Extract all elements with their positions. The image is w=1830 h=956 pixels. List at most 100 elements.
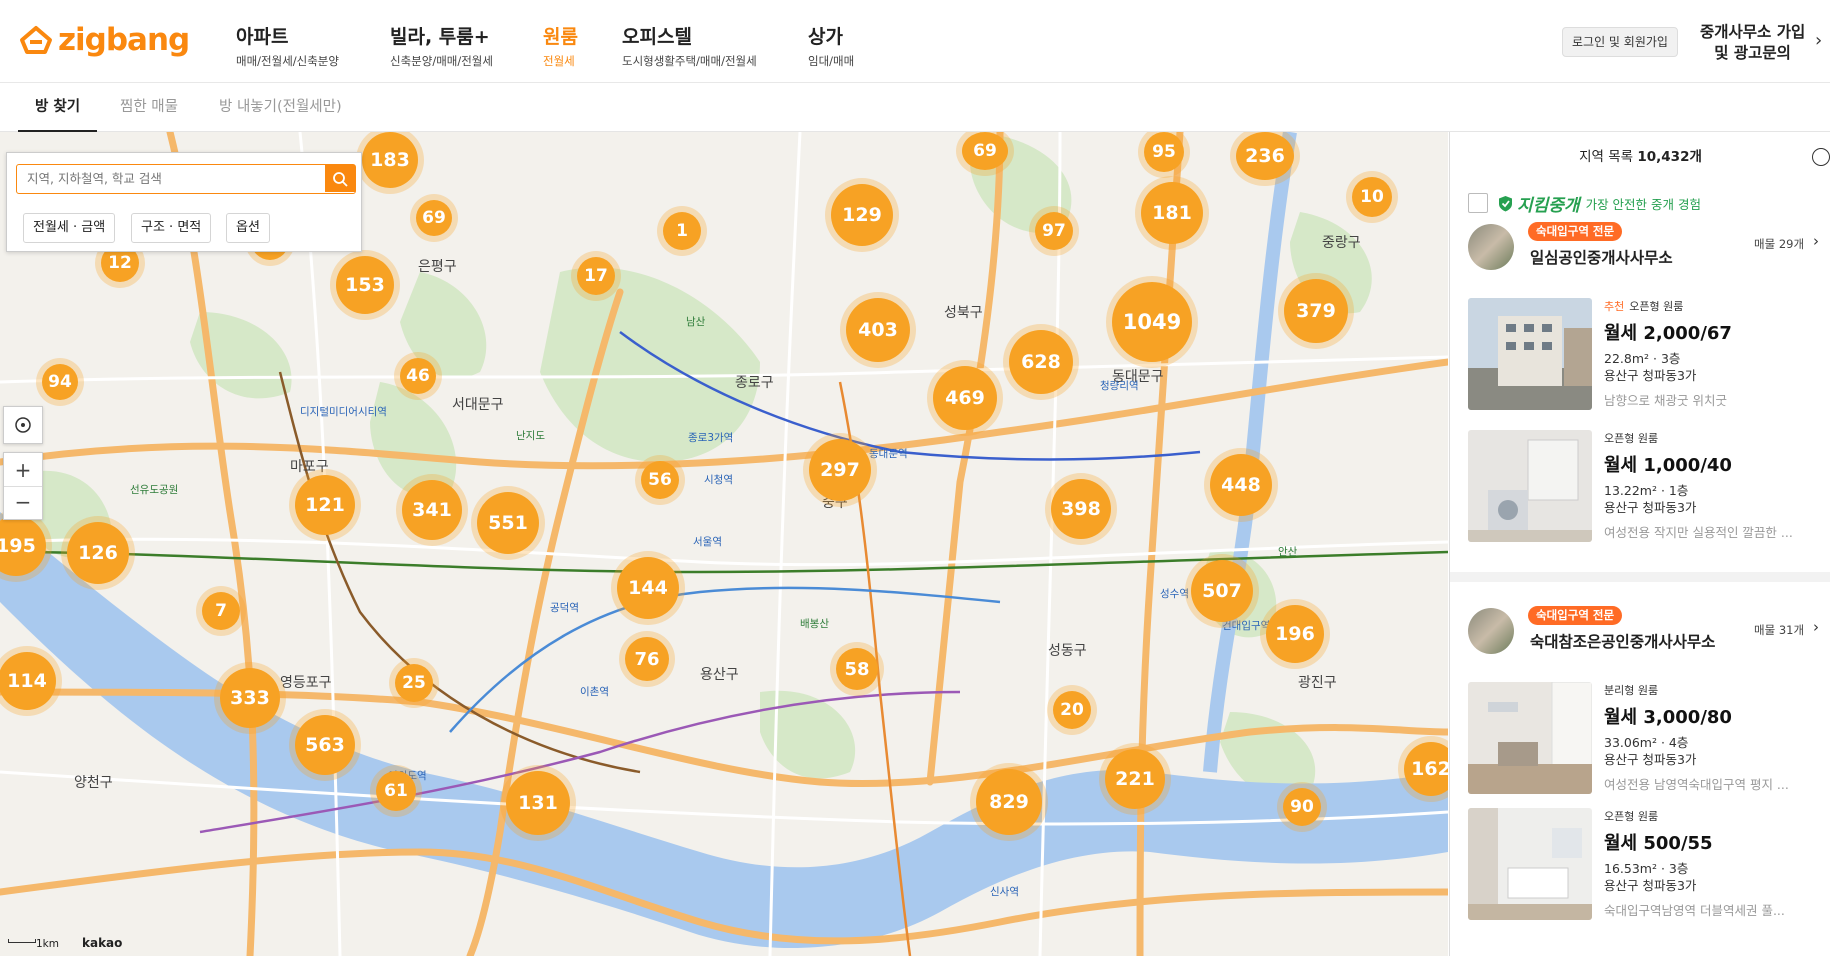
park-label: 선유도공원	[130, 484, 179, 496]
cluster-marker[interactable]: 56	[641, 461, 679, 499]
tab-find-room[interactable]: 방 찾기	[18, 84, 98, 132]
cluster-marker[interactable]: 114	[0, 652, 56, 710]
nav-apartment[interactable]: 아파트 매매/전월세/신축분양	[236, 22, 339, 69]
listing-price: 월세 1,000/40	[1604, 455, 1732, 476]
cluster-marker[interactable]: 181	[1141, 182, 1203, 244]
specialty-badge: 숙대입구역 전문	[1528, 606, 1623, 625]
cluster-marker[interactable]: 341	[402, 480, 462, 540]
cluster-marker[interactable]: 7	[202, 592, 240, 630]
cluster-marker[interactable]: 379	[1284, 279, 1348, 343]
district-label: 광진구	[1298, 675, 1337, 691]
station-label: 신사역	[990, 886, 1019, 898]
station-label: 공덕역	[550, 602, 579, 614]
listing-price: 월세 2,000/67	[1604, 323, 1732, 344]
cluster-marker[interactable]: 97	[1035, 212, 1073, 250]
jigim-filter[interactable]: 지킴중개 가장 안전한 중개 경험	[1468, 191, 1701, 216]
current-location-button[interactable]	[3, 406, 43, 444]
cluster-marker[interactable]: 69	[962, 132, 1008, 170]
cluster-marker[interactable]: 221	[1105, 749, 1165, 809]
cluster-marker[interactable]: 628	[1009, 330, 1073, 394]
cluster-marker[interactable]: 131	[506, 771, 570, 835]
specialty-badge: 숙대입구역 전문	[1528, 222, 1623, 241]
cluster-marker[interactable]: 183	[362, 132, 418, 188]
cluster-marker[interactable]: 829	[976, 769, 1042, 835]
cluster-marker[interactable]: 90	[1283, 788, 1321, 826]
zigbang-logo[interactable]: zigbang	[18, 22, 190, 58]
listing-price: 월세 3,000/80	[1604, 707, 1732, 728]
cluster-marker[interactable]: 10	[1352, 177, 1392, 217]
district-label: 성북구	[944, 305, 983, 321]
district-label: 종로구	[735, 375, 774, 391]
cluster-marker[interactable]: 25	[395, 664, 433, 702]
filter-price-button[interactable]: 전월세 · 금액	[23, 213, 116, 243]
map-base-layer	[0, 132, 1448, 956]
jigim-checkbox[interactable]	[1468, 193, 1488, 213]
park-label: 배봉산	[800, 618, 829, 630]
cluster-marker[interactable]: 236	[1236, 132, 1294, 180]
cluster-marker[interactable]: 448	[1210, 454, 1272, 516]
cluster-marker[interactable]: 551	[477, 492, 539, 554]
district-label: 양천구	[74, 775, 113, 791]
cluster-marker[interactable]: 76	[625, 637, 669, 681]
tab-list-room[interactable]: 방 내놓기(전월세만)	[219, 84, 342, 132]
chevron-right-icon[interactable]: ›	[1813, 232, 1819, 250]
brand-wordmark: zigbang	[58, 22, 190, 58]
cluster-marker[interactable]: 1	[663, 212, 701, 250]
cluster-marker[interactable]: 398	[1051, 479, 1111, 539]
nav-officetel[interactable]: 오피스텔 도시형생활주택/매매/전월세	[622, 22, 757, 69]
listing-item[interactable]: 오픈형 원룸 월세 500/55 16.53m² · 3층 용산구 청파동3가 …	[1468, 808, 1813, 920]
listing-item[interactable]: 오픈형 원룸 월세 1,000/40 13.22m² · 1층 용산구 청파동3…	[1468, 430, 1813, 542]
cluster-marker[interactable]: 95	[1144, 132, 1184, 172]
cluster-marker[interactable]: 58	[836, 648, 878, 690]
station-label: 동대문역	[869, 448, 908, 460]
station-label: 디지털미디어시티역	[300, 406, 387, 418]
cluster-marker[interactable]: 126	[67, 522, 129, 584]
cluster-marker[interactable]: 469	[933, 366, 997, 430]
sub-tabs: 방 찾기 찜한 매물 방 내놓기(전월세만)	[0, 84, 1830, 132]
nav-villa[interactable]: 빌라, 투룸+ 신축분양/매매/전월세	[390, 22, 493, 69]
cluster-marker[interactable]: 153	[336, 256, 394, 314]
station-label: 시청역	[704, 474, 733, 486]
office-name[interactable]: 숙대참조은공인중개사사무소	[1530, 630, 1715, 652]
zoom-controls: + −	[3, 452, 43, 520]
cluster-marker[interactable]: 333	[220, 668, 280, 728]
view-toggle-icon[interactable]	[1812, 148, 1830, 166]
login-signup-button[interactable]: 로그인 및 회원가입	[1562, 27, 1678, 57]
cluster-marker[interactable]: 129	[831, 184, 893, 246]
listing-item[interactable]: 분리형 원룸 월세 3,000/80 33.06m² · 4층 용산구 청파동3…	[1468, 682, 1813, 794]
cluster-marker[interactable]: 121	[295, 475, 355, 535]
map-area[interactable]: 서대문구 종로구 성북구 동대문구 중랑구 마포구 중구 성동구 용산구 광진구…	[0, 132, 1448, 956]
listing-photo	[1468, 682, 1592, 794]
nav-store[interactable]: 상가 임대/매매	[808, 22, 854, 69]
filter-structure-button[interactable]: 구조 · 면적	[131, 213, 212, 243]
filter-options-button[interactable]: 옵션	[226, 213, 270, 243]
cluster-marker[interactable]: 196	[1266, 605, 1324, 663]
cluster-marker[interactable]: 17	[577, 257, 615, 295]
scale-bar	[8, 939, 36, 943]
cluster-marker[interactable]: 507	[1191, 560, 1253, 622]
cluster-marker[interactable]: 46	[400, 358, 436, 394]
office-avatar	[1468, 224, 1514, 270]
search-input[interactable]	[27, 165, 327, 191]
nav-oneroom[interactable]: 원룸 전월세	[543, 22, 578, 69]
cluster-marker[interactable]: 144	[617, 557, 679, 619]
search-panel: 전월세 · 금액 구조 · 면적 옵션	[6, 152, 362, 252]
cluster-marker[interactable]: 563	[295, 715, 355, 775]
zoom-in-button[interactable]: +	[4, 453, 42, 487]
cluster-marker[interactable]: 20	[1053, 691, 1091, 729]
office-name[interactable]: 일심공인중개사사무소	[1530, 246, 1673, 268]
cluster-marker[interactable]: 297	[809, 439, 871, 501]
district-label: 용산구	[700, 667, 739, 683]
cluster-marker[interactable]: 403	[846, 298, 910, 362]
agent-signup-link[interactable]: 중개사무소 가입 및 광고문의	[1700, 22, 1805, 64]
cluster-marker[interactable]: 94	[42, 364, 78, 400]
park-label: 난지도	[516, 430, 545, 442]
tab-favorites[interactable]: 찜한 매물	[120, 84, 178, 132]
cluster-marker[interactable]: 61	[376, 771, 416, 811]
search-button[interactable]	[325, 165, 355, 192]
cluster-marker[interactable]: 69	[416, 200, 452, 236]
listing-item[interactable]: 추천 오픈형 원룸 월세 2,000/67 22.8m² · 3층 용산구 청파동…	[1468, 298, 1813, 410]
zoom-out-button[interactable]: −	[4, 487, 42, 520]
chevron-right-icon[interactable]: ›	[1813, 618, 1819, 636]
cluster-marker[interactable]: 1049	[1112, 282, 1192, 362]
